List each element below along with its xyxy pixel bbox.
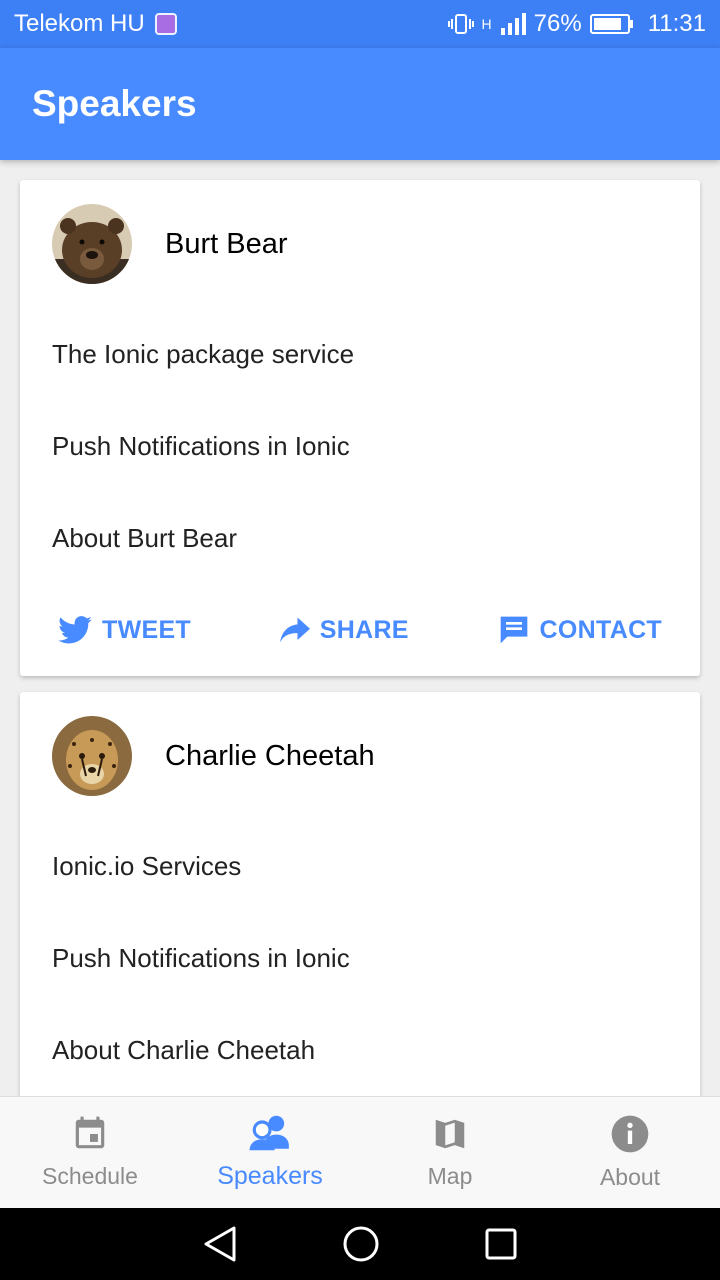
back-icon[interactable] (202, 1225, 238, 1263)
tab-label: Speakers (217, 1162, 323, 1190)
speaker-card: Charlie Cheetah Ionic.io Services Push N… (20, 692, 700, 1096)
tweet-button[interactable]: TWEET (58, 616, 191, 645)
gallery-notification-icon (154, 13, 177, 35)
system-nav-bar (0, 1208, 720, 1280)
speaker-actions: TWEET SHARE CONTACT (20, 584, 700, 676)
battery-icon (589, 14, 633, 34)
tweet-label: TWEET (102, 615, 191, 644)
speaker-list[interactable]: Burt Bear The Ionic package service Push… (0, 160, 720, 1096)
contact-button[interactable]: CONTACT (498, 615, 662, 645)
contact-label: CONTACT (539, 615, 662, 644)
bear-avatar (52, 204, 132, 284)
map-icon (435, 1119, 465, 1149)
about-speaker-item[interactable]: About Burt Bear (20, 492, 700, 584)
speaker-card: Burt Bear The Ionic package service Push… (20, 180, 700, 676)
network-type: H (481, 16, 492, 32)
signal-icon (500, 13, 526, 35)
vibrate-icon (447, 14, 474, 34)
share-label: SHARE (319, 615, 409, 644)
tab-label: Schedule (42, 1163, 138, 1189)
cheetah-photo-icon (52, 716, 132, 796)
share-arrow-icon (279, 617, 310, 643)
contacts-icon (249, 1115, 289, 1151)
home-icon[interactable] (342, 1225, 380, 1263)
calendar-icon (75, 1116, 105, 1149)
twitter-icon (58, 616, 92, 644)
about-speaker-item[interactable]: About Charlie Cheetah (20, 1004, 700, 1096)
tab-schedule[interactable]: Schedule (0, 1097, 180, 1208)
info-icon (611, 1115, 649, 1153)
speaker-header[interactable]: Burt Bear (20, 180, 700, 308)
speaker-name: Burt Bear (165, 227, 288, 260)
tab-label: Map (427, 1163, 473, 1189)
bear-photo-icon (52, 204, 132, 284)
recents-icon[interactable] (484, 1227, 518, 1261)
page-title: Speakers (32, 83, 197, 124)
chat-icon (500, 616, 527, 644)
tab-label: About (599, 1164, 661, 1190)
share-button[interactable]: SHARE (279, 615, 409, 645)
talk-item[interactable]: Push Notifications in Ionic (20, 400, 700, 492)
app-screen: Telekom HU H 76% 11:31 Speakers Burt Bea… (0, 0, 720, 1280)
tab-about[interactable]: About (540, 1097, 720, 1208)
battery-percent: 76% (533, 10, 582, 37)
tab-bar: Schedule Speakers Map About (0, 1096, 720, 1208)
speaker-name: Charlie Cheetah (165, 739, 375, 772)
status-bar: Telekom HU H 76% 11:31 (0, 0, 720, 48)
app-toolbar: Speakers (0, 48, 720, 160)
carrier-group: Telekom HU (14, 10, 177, 38)
clock: 11:31 (647, 10, 706, 37)
talk-item[interactable]: Ionic.io Services (20, 820, 700, 912)
carrier-name: Telekom HU (14, 10, 145, 37)
talk-item[interactable]: Push Notifications in Ionic (20, 912, 700, 1004)
speaker-header[interactable]: Charlie Cheetah (20, 692, 700, 820)
status-icons: H 76% 11:31 (447, 10, 706, 38)
talk-item[interactable]: The Ionic package service (20, 308, 700, 400)
tab-speakers[interactable]: Speakers (180, 1097, 360, 1208)
tab-map[interactable]: Map (360, 1097, 540, 1208)
cheetah-avatar (52, 716, 132, 796)
